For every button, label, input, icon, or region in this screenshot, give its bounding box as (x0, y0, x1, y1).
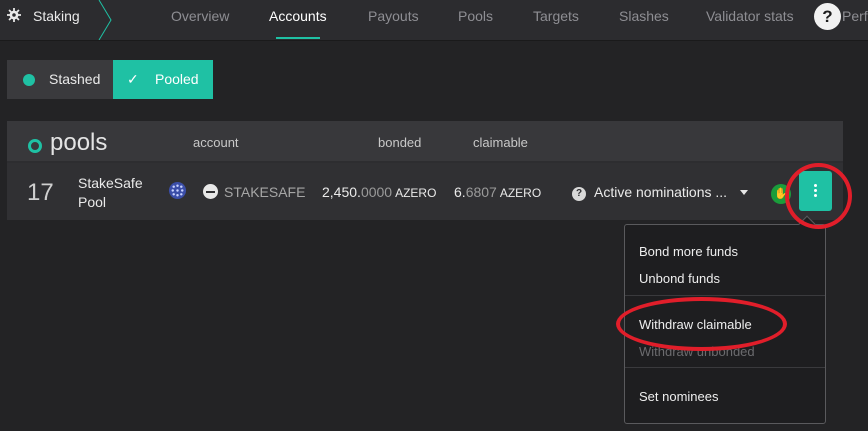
claimable-int: 6. (454, 184, 466, 200)
top-navigation: Staking Overview Accounts Payouts Pools … (0, 0, 868, 41)
column-header-claimable: claimable (473, 135, 528, 150)
claimable-decimals: 6807 (465, 184, 497, 200)
stashed-toggle-button[interactable]: Stashed (7, 60, 113, 99)
pool-index: 17 (27, 179, 54, 206)
checkmark-icon: ✓ (127, 71, 139, 87)
breadcrumb-chevron-icon (98, 0, 112, 40)
tab-pools[interactable]: Pools (458, 8, 493, 24)
active-tab-indicator (276, 37, 320, 39)
menu-divider (625, 295, 825, 296)
menu-item-unbond[interactable]: Unbond funds (639, 271, 720, 286)
tab-accounts[interactable]: Accounts (269, 8, 327, 24)
pool-name-line1: StakeSafe (78, 175, 143, 191)
menu-divider (625, 367, 825, 368)
tab-payouts[interactable]: Payouts (368, 8, 419, 24)
pool-name: StakeSafe Pool (78, 174, 148, 212)
pools-ring-icon (28, 139, 42, 153)
tab-performance-truncated[interactable]: Perfo (842, 8, 868, 24)
tab-validator-stats[interactable]: Validator stats (706, 8, 794, 24)
pool-name-line2: Pool (78, 194, 107, 210)
stashed-dot-icon (23, 74, 35, 86)
menu-item-bond-more[interactable]: Bond more funds (639, 244, 738, 259)
pools-title: pools (50, 129, 108, 156)
menu-item-set-nominees[interactable]: Set nominees (639, 389, 719, 404)
tab-overview[interactable]: Overview (171, 8, 229, 24)
app-brand[interactable]: Staking (0, 0, 112, 40)
pools-table-header: pools account bonded claimable (7, 121, 843, 161)
brand-label: Staking (33, 8, 80, 24)
bonded-decimals: 0000 (360, 184, 393, 200)
stashed-label: Stashed (49, 71, 101, 87)
question-icon[interactable]: ? (572, 187, 586, 201)
annotation-circle-withdraw-claimable (616, 297, 787, 351)
help-icon[interactable]: ? (814, 3, 841, 30)
account-status-icon (203, 184, 218, 199)
account-name[interactable]: STAKESAFE (224, 184, 305, 200)
nominations-status[interactable]: Active nominations ... (594, 184, 727, 200)
pooled-label: Pooled (155, 71, 199, 87)
bonded-amount: 2,450.0000 AZERO (322, 184, 436, 200)
annotation-circle-actions-button (785, 163, 852, 229)
claimable-unit: AZERO (499, 186, 542, 200)
claimable-amount: 6.6807 AZERO (454, 184, 541, 200)
identicon-icon (168, 181, 187, 200)
pooled-toggle-button[interactable]: ✓ Pooled (113, 60, 213, 99)
bonded-int: 2,450. (322, 184, 361, 200)
bonded-unit: AZERO (395, 186, 437, 200)
gear-icon (7, 8, 21, 22)
table-row: 17 StakeSafe Pool STAKESAFE 2,450.0000 AZ… (7, 163, 843, 220)
tab-targets[interactable]: Targets (533, 8, 579, 24)
tab-slashes[interactable]: Slashes (619, 8, 669, 24)
chevron-down-icon[interactable] (740, 190, 748, 195)
column-header-bonded: bonded (378, 135, 422, 150)
pools-table: pools account bonded claimable 17 StakeS… (7, 121, 843, 220)
column-header-account: account (193, 135, 239, 150)
account-type-toggle: Stashed ✓ Pooled (7, 60, 213, 99)
